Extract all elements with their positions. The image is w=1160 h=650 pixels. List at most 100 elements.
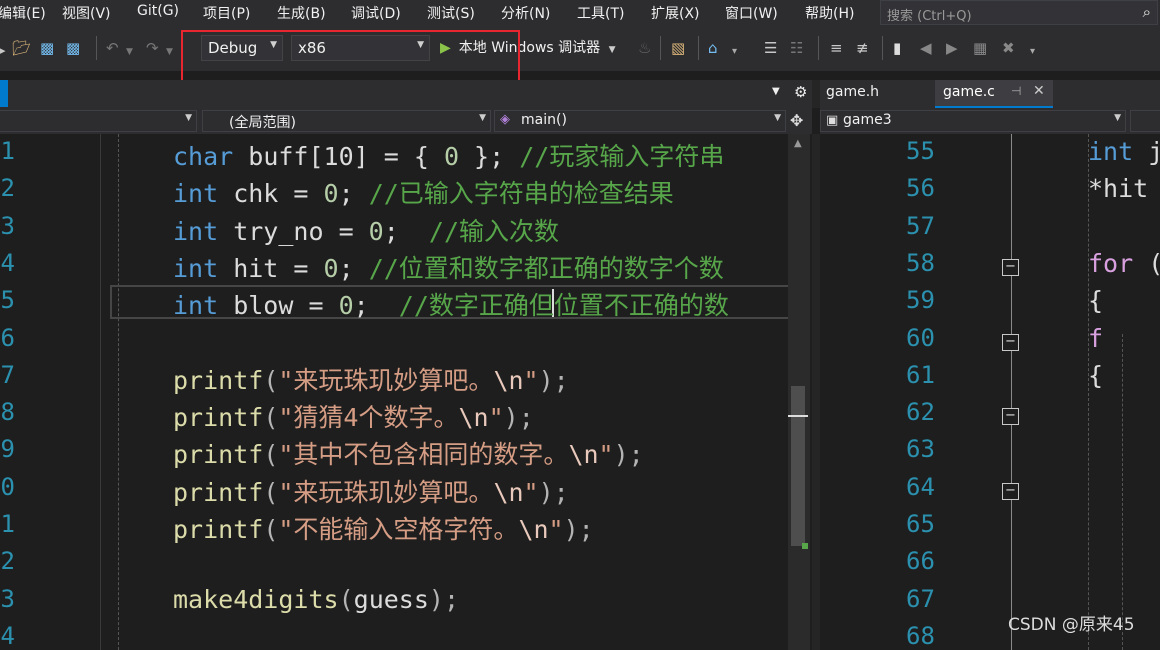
right-code-editor[interactable]: 55 56 57 58 59 60 61 62 63 64 65 66 67 68 − − − − int j *… xyxy=(820,134,1160,650)
save-icon[interactable]: ▩ xyxy=(40,38,54,58)
project-select[interactable]: ▣ game3 ▼ xyxy=(820,110,1126,132)
toolbar-separator xyxy=(660,36,661,60)
code-token: \n xyxy=(568,440,599,470)
gear-icon[interactable]: ⚙ xyxy=(794,83,807,101)
code-line[interactable]: printf("来玩珠玑妙算吧。\n"); xyxy=(173,361,569,397)
collapse-icon[interactable]: − xyxy=(1002,258,1019,276)
bookmark-list-icon[interactable]: ☷ xyxy=(790,38,803,58)
menu-debug[interactable]: 调试(D) xyxy=(351,3,401,23)
toolbar-overflow-icon[interactable]: ▾ xyxy=(1030,42,1035,62)
collapse-icon[interactable]: − xyxy=(1002,333,1019,351)
code-token: " xyxy=(488,403,504,433)
prev-bookmark-icon[interactable]: ◀ xyxy=(920,38,932,58)
search-input[interactable]: 搜索 (Ctrl+Q) ⌕ xyxy=(880,0,1158,25)
code-line[interactable]: *hit xyxy=(1088,174,1148,203)
code-token: ; xyxy=(338,179,369,209)
scroll-up-icon[interactable]: ▲ xyxy=(794,138,802,149)
menu-extensions[interactable]: 扩展(X) xyxy=(651,3,700,23)
code-token: make4digits xyxy=(173,584,339,614)
undo-dropdown-icon[interactable]: ▼ xyxy=(126,42,133,62)
line-number: 58 xyxy=(906,248,935,277)
redo-icon[interactable]: ↷ xyxy=(146,38,159,58)
code-token: " xyxy=(523,477,539,507)
find-in-files-icon[interactable]: ▧ xyxy=(671,38,685,58)
comment-lines-icon[interactable]: ≡ xyxy=(830,38,843,58)
tab-list-dropdown-icon[interactable]: ▼ xyxy=(772,86,780,97)
code-token: 0 xyxy=(443,142,459,171)
code-line[interactable]: printf("其中不包含相同的数字。\n"); xyxy=(173,435,644,471)
next-bookmark-icon[interactable]: ▶ xyxy=(946,38,958,58)
code-line[interactable]: f xyxy=(1088,324,1103,353)
clear-bookmarks-icon[interactable]: ✖ xyxy=(1002,38,1015,58)
undo-icon[interactable]: ↶ xyxy=(106,38,119,58)
split-window-icon[interactable]: ✥ xyxy=(790,111,803,130)
bookmark-icon[interactable]: ▮ xyxy=(893,38,901,58)
code-token: "猜猜4个数字。 xyxy=(278,403,459,433)
code-line[interactable]: make4digits(guess); xyxy=(173,585,459,614)
code-line[interactable]: int try_no = 0; //输入次数 xyxy=(173,212,559,248)
tab-game-c[interactable]: game.c ⊣ ✕ xyxy=(935,80,1053,108)
function-select[interactable]: ◈ main() ▼ xyxy=(494,110,786,132)
scrollbar-thumb[interactable] xyxy=(791,386,805,546)
line-number: 40 xyxy=(0,472,15,501)
bookmark-folder-icon[interactable]: ▦ xyxy=(973,38,987,58)
code-line[interactable]: printf("不能输入空格字符。\n"); xyxy=(173,510,594,546)
toolbar-separator xyxy=(698,36,699,60)
code-token: guess xyxy=(353,584,429,614)
code-line[interactable]: char buff[10] = { 0 }; //玩家输入字符串 xyxy=(173,137,724,173)
chevron-down-icon: ▼ xyxy=(479,113,486,123)
code-token: //数字正确但位置不正确的数 xyxy=(398,291,729,321)
line-number: 59 xyxy=(906,286,935,315)
collapse-icon[interactable]: − xyxy=(1002,482,1019,500)
uncomment-lines-icon[interactable]: ≢ xyxy=(856,38,869,58)
code-line[interactable]: for ( xyxy=(1088,249,1160,278)
menu-test[interactable]: 测试(S) xyxy=(427,3,475,23)
code-line[interactable]: { xyxy=(1088,286,1103,315)
code-token: int xyxy=(1088,137,1134,166)
code-token: ); xyxy=(538,477,569,507)
indent-guide xyxy=(1122,334,1123,650)
pin-icon[interactable]: ⊣ xyxy=(1011,84,1021,98)
collapse-icon[interactable]: − xyxy=(1002,408,1019,426)
align-icon[interactable]: ☰ xyxy=(764,38,777,58)
code-token: ( xyxy=(263,440,279,470)
code-line[interactable]: printf("猜猜4个数字。\n"); xyxy=(173,398,534,434)
code-line[interactable]: int blow = 0; //数字正确但位置不正确的数 xyxy=(173,286,729,322)
search-icon[interactable]: ⌕ xyxy=(1143,3,1151,21)
code-token: " xyxy=(523,365,539,395)
scope-select[interactable]: (全局范围) ▼ xyxy=(202,110,491,132)
code-line[interactable]: int hit = 0; //位置和数字都正确的数字个数 xyxy=(173,249,724,285)
line-number: 55 xyxy=(906,137,935,165)
redo-dropdown-icon[interactable]: ▼ xyxy=(166,42,173,62)
save-all-icon[interactable]: ▩ xyxy=(66,38,80,58)
menu-build[interactable]: 生成(B) xyxy=(277,3,326,23)
menu-edit[interactable]: 编辑(E) xyxy=(0,3,46,23)
menu-window[interactable]: 窗口(W) xyxy=(725,3,778,23)
left-code-editor[interactable]: 31 32 33 34 35 36 37 38 39 40 41 42 43 44 char buff[1… xyxy=(0,134,812,650)
code-token: try_no = xyxy=(218,216,369,246)
scope-select-right[interactable] xyxy=(1130,110,1160,132)
vertical-scrollbar[interactable]: ▲ xyxy=(788,134,810,650)
flame-icon[interactable]: ♨ xyxy=(638,38,651,58)
menu-tools[interactable]: 工具(T) xyxy=(577,3,624,23)
home-icon[interactable]: ⌂ xyxy=(708,38,718,58)
split-divider xyxy=(812,134,820,650)
code-token: ( xyxy=(263,403,279,433)
tab-game-h[interactable]: game.h xyxy=(826,84,879,100)
code-line[interactable]: { xyxy=(1088,361,1103,390)
open-folder-icon[interactable]: 📂︎ xyxy=(12,38,31,58)
menu-analyze[interactable]: 分析(N) xyxy=(501,3,550,23)
menu-view[interactable]: 视图(V) xyxy=(62,3,111,23)
menu-project[interactable]: 项目(P) xyxy=(203,3,250,23)
code-token: //玩家输入字符串 xyxy=(519,142,725,171)
menu-git[interactable]: Git(G) xyxy=(137,3,179,19)
code-token: //已输入字符串的检查结果 xyxy=(368,179,674,209)
toolbar-overflow-icon[interactable]: ▾ xyxy=(732,42,737,62)
code-line[interactable]: printf("来玩珠玑妙算吧。\n"); xyxy=(173,473,569,509)
project-scope-select[interactable]: ▼ xyxy=(0,110,197,132)
code-line[interactable]: int j xyxy=(1088,137,1160,166)
dropdown-arrow-icon[interactable]: ▸ xyxy=(0,41,6,61)
menu-help[interactable]: 帮助(H) xyxy=(805,3,854,23)
code-line[interactable]: int chk = 0; //已输入字符串的检查结果 xyxy=(173,174,674,210)
close-icon[interactable]: ✕ xyxy=(1033,83,1045,99)
